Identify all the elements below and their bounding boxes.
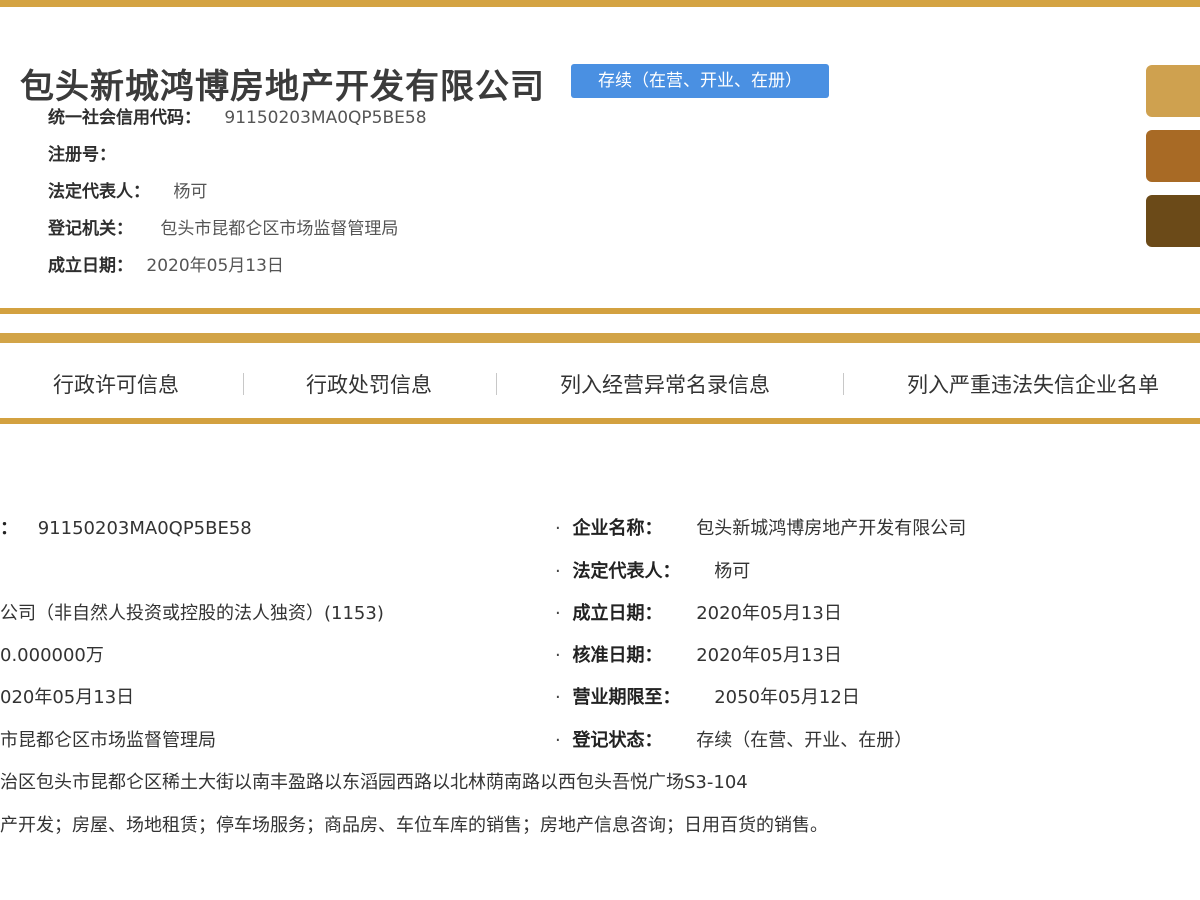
registration-number-row: 注册号： xyxy=(48,140,116,165)
detail-company-type: 公司（非自然人投资或控股的法人独资）(1153) xyxy=(0,599,384,625)
detail-value: 2020年05月13日 xyxy=(696,603,842,624)
registration-number-label: 注册号： xyxy=(48,145,116,165)
legal-rep-value: 杨可 xyxy=(173,182,208,202)
tab-administrative-penalty[interactable]: 行政处罚信息 xyxy=(306,369,432,399)
tab-separator xyxy=(496,373,497,395)
detail-business-term: · 营业期限至： 2050年05月12日 xyxy=(555,683,860,709)
detail-label: 营业期限至： xyxy=(572,687,681,708)
registration-authority-label: 登记机关： xyxy=(48,219,133,239)
detail-label: 成立日期： xyxy=(572,603,663,624)
detail-established-date-right: · 成立日期： 2020年05月13日 xyxy=(555,599,842,625)
bullet-icon: · xyxy=(555,687,561,708)
header-divider xyxy=(0,308,1200,314)
detail-approval-date: · 核准日期： 2020年05月13日 xyxy=(555,641,842,667)
tab-administrative-license[interactable]: 行政许可信息 xyxy=(53,369,179,399)
tab-serious-violation-list[interactable]: 列入严重违法失信企业名单 xyxy=(907,369,1159,399)
page: 包头新城鸿博房地产开发有限公司 存续（在营、开业、在册） 统一社会信用代码： 9… xyxy=(0,0,1200,900)
top-gold-border xyxy=(0,0,1200,7)
legal-rep-label: 法定代表人： xyxy=(48,182,150,202)
tab-separator xyxy=(843,373,844,395)
info-tabs-nav: 行政许可信息 行政处罚信息 列入经营异常名录信息 列入严重违法失信企业名单 xyxy=(0,343,1200,418)
detail-label: 登记状态： xyxy=(572,730,663,751)
company-name: 包头新城鸿博房地产开发有限公司 xyxy=(20,67,545,107)
status-badge: 存续（在营、开业、在册） xyxy=(571,64,829,98)
nav-bottom-border xyxy=(0,418,1200,424)
registration-authority-value: 包头市昆都仑区市场监督管理局 xyxy=(160,219,399,239)
tab-separator xyxy=(243,373,244,395)
detail-business-scope: 产开发；房屋、场地租赁；停车场服务；商品房、车位车库的销售；房地产信息咨询；日用… xyxy=(0,811,828,837)
credit-code-row: 统一社会信用代码： 91150203MA0QP5BE58 xyxy=(48,103,427,128)
detail-label: 核准日期： xyxy=(572,645,663,666)
detail-value: 包头新城鸿博房地产开发有限公司 xyxy=(696,518,967,539)
detail-value: 2020年05月13日 xyxy=(696,645,842,666)
registration-authority-row: 登记机关： 包头市昆都仑区市场监督管理局 xyxy=(48,214,398,239)
detail-registered-capital: 0.000000万 xyxy=(0,641,104,667)
detail-label: 法定代表人： xyxy=(572,561,681,582)
legal-rep-row: 法定代表人： 杨可 xyxy=(48,177,207,202)
detail-company-name: · 企业名称： 包头新城鸿博房地产开发有限公司 xyxy=(555,514,966,540)
detail-value: 020年05月13日 xyxy=(0,687,135,708)
bullet-icon: · xyxy=(555,603,561,624)
side-action-button-2[interactable] xyxy=(1146,130,1200,182)
bullet-icon: · xyxy=(555,561,561,582)
bullet-icon: · xyxy=(555,730,561,751)
detail-label: ： xyxy=(0,518,18,539)
detail-legal-representative: · 法定代表人： 杨可 xyxy=(555,557,750,583)
detail-registration-status: · 登记状态： 存续（在营、开业、在册） xyxy=(555,726,912,752)
tab-abnormal-operation-list[interactable]: 列入经营异常名录信息 xyxy=(560,369,770,399)
detail-address: 治区包头市昆都仑区稀土大街以南丰盈路以东滔园西路以北林荫南路以西包头吾悦广场S3… xyxy=(0,768,748,794)
detail-label: 企业名称： xyxy=(572,518,663,539)
side-action-button-3[interactable] xyxy=(1146,195,1200,247)
detail-value: 91150203MA0QP5BE58 xyxy=(37,518,252,539)
nav-top-border xyxy=(0,333,1200,343)
bullet-icon: · xyxy=(555,645,561,666)
established-date-row: 成立日期： 2020年05月13日 xyxy=(48,251,284,276)
credit-code-label: 统一社会信用代码： xyxy=(48,108,201,128)
established-date-value: 2020年05月13日 xyxy=(146,256,284,276)
bullet-icon: · xyxy=(555,518,561,539)
detail-value: 杨可 xyxy=(714,561,751,582)
side-action-button-1[interactable] xyxy=(1146,65,1200,117)
detail-value: 市昆都仑区市场监督管理局 xyxy=(0,730,216,751)
detail-established-date: 020年05月13日 xyxy=(0,683,134,709)
detail-value: 0.000000万 xyxy=(0,645,104,666)
detail-registration-authority: 市昆都仑区市场监督管理局 xyxy=(0,726,216,752)
detail-value: 2050年05月12日 xyxy=(714,687,860,708)
detail-value: 治区包头市昆都仑区稀土大街以南丰盈路以东滔园西路以北林荫南路以西包头吾悦广场S3… xyxy=(0,772,748,793)
credit-code-value: 91150203MA0QP5BE58 xyxy=(224,108,427,128)
company-header: 包头新城鸿博房地产开发有限公司 存续（在营、开业、在册） 统一社会信用代码： 9… xyxy=(0,7,1200,308)
established-date-label: 成立日期： xyxy=(48,256,133,276)
detail-value: 产开发；房屋、场地租赁；停车场服务；商品房、车位车库的销售；房地产信息咨询；日用… xyxy=(0,815,828,836)
detail-value: 公司（非自然人投资或控股的法人独资）(1153) xyxy=(0,603,384,624)
detail-credit-code: ： 91150203MA0QP5BE58 xyxy=(0,514,252,540)
detail-value: 存续（在营、开业、在册） xyxy=(696,730,913,751)
